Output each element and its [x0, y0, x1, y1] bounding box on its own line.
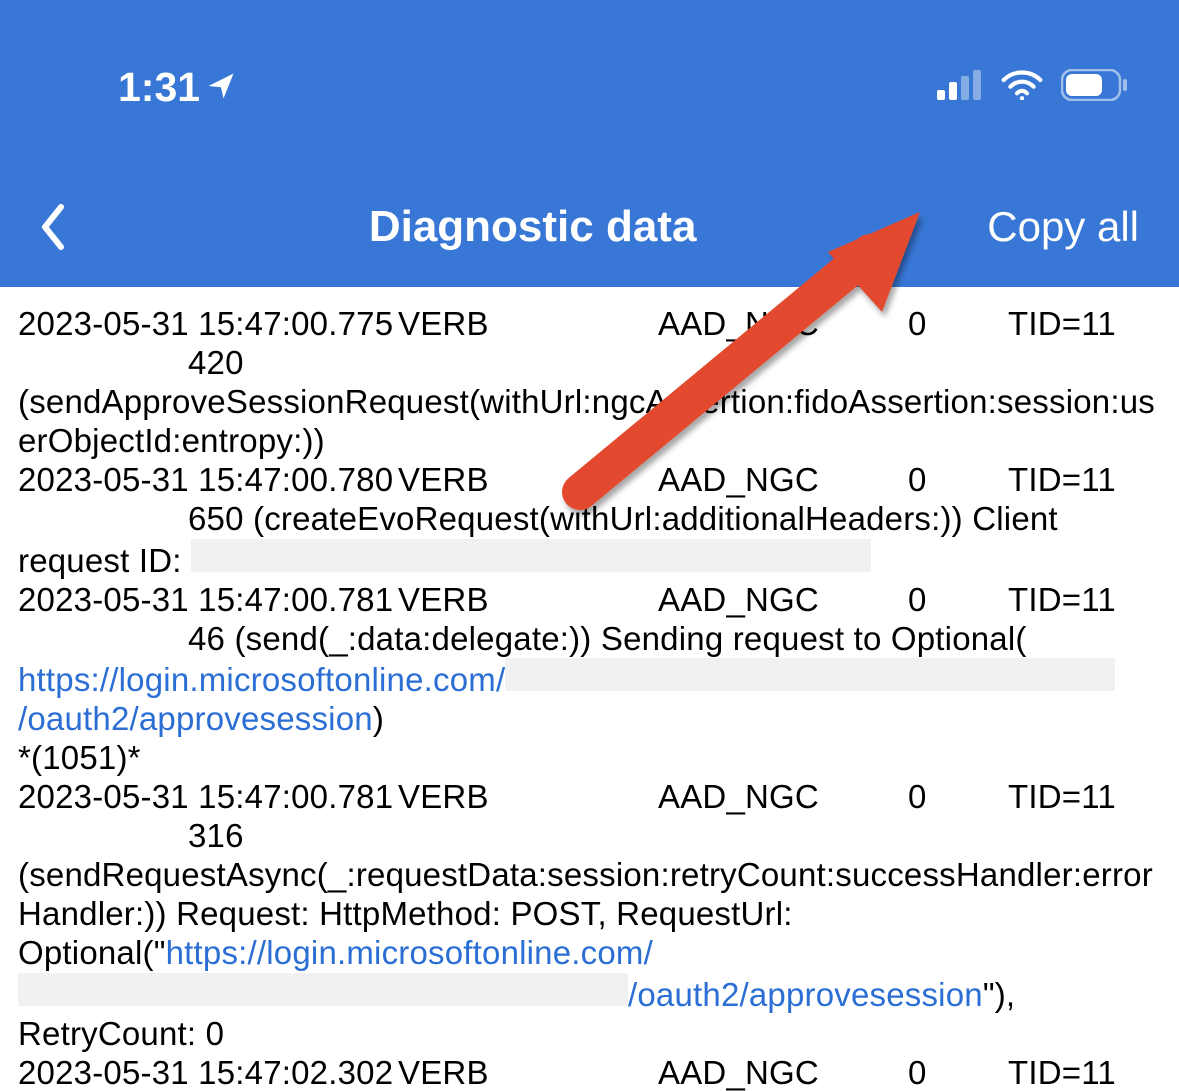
log-body: request ID: — [18, 539, 1161, 581]
log-line2: 420 — [18, 344, 1161, 383]
log-code: 0 — [908, 581, 1008, 620]
log-level: VERB — [398, 778, 658, 817]
log-tid: TID=11 — [1008, 1054, 1161, 1091]
redacted — [18, 973, 628, 1006]
log-code: 0 — [908, 1054, 1008, 1091]
log-entry: 2023-05-31 15:47:00.775 VERB AAD_NGC 0 T… — [18, 305, 1161, 461]
redacted — [191, 539, 871, 572]
copy-all-button[interactable]: Copy all — [987, 203, 1139, 251]
log-line2: 650 (createEvoRequest(withUrl:additional… — [18, 500, 1161, 539]
location-icon — [206, 64, 236, 111]
log-code: 0 — [908, 305, 1008, 344]
log-link[interactable]: /oauth2/approvesession — [628, 976, 983, 1013]
log-entry: 2023-05-31 15:47:00.780 VERB AAD_NGC 0 T… — [18, 461, 1161, 581]
log-level: VERB — [398, 305, 658, 344]
log-ts: 2023-05-31 15:47:00.781 — [18, 581, 398, 620]
log-tag: AAD_NGC — [658, 461, 908, 500]
log-line2: 316 — [18, 817, 1161, 856]
cellular-icon — [937, 70, 983, 105]
log-link[interactable]: https://login.microsoftonline.com/ — [166, 934, 653, 971]
app-header: 1:31 — [0, 0, 1179, 287]
back-button[interactable] — [28, 197, 78, 257]
status-right — [937, 69, 1129, 106]
nav-bar: Diagnostic data Copy all — [0, 197, 1179, 257]
log-entry: 2023-05-31 15:47:02.302 VERB AAD_NGC 0 T… — [18, 1054, 1161, 1091]
log-body: (sendApproveSessionRequest(withUrl:ngcAs… — [18, 383, 1161, 461]
log-ts: 2023-05-31 15:47:00.775 — [18, 305, 398, 344]
log-content[interactable]: 2023-05-31 15:47:00.775 VERB AAD_NGC 0 T… — [0, 287, 1179, 1091]
chevron-left-icon — [39, 203, 67, 251]
log-code: 0 — [908, 461, 1008, 500]
log-tag: AAD_NGC — [658, 1054, 908, 1091]
battery-icon — [1061, 69, 1129, 106]
log-extra: *(1051)* — [18, 739, 1161, 778]
log-ts: 2023-05-31 15:47:00.781 — [18, 778, 398, 817]
page-title: Diagnostic data — [78, 202, 987, 252]
log-ts: 2023-05-31 15:47:00.780 — [18, 461, 398, 500]
status-bar: 1:31 — [0, 62, 1179, 112]
log-body: (sendRequestAsync(_:requestData:session:… — [18, 856, 1161, 1054]
log-tag: AAD_NGC — [658, 305, 908, 344]
log-entry: 2023-05-31 15:47:00.781 VERB AAD_NGC 0 T… — [18, 778, 1161, 1054]
status-time: 1:31 — [118, 64, 236, 111]
log-tid: TID=11 — [1008, 581, 1161, 620]
log-level: VERB — [398, 461, 658, 500]
log-entry: 2023-05-31 15:47:00.781 VERB AAD_NGC 0 T… — [18, 581, 1161, 779]
log-link[interactable]: https://login.microsoftonline.com/ — [18, 661, 505, 698]
log-code: 0 — [908, 778, 1008, 817]
log-link[interactable]: /oauth2/approvesession — [18, 700, 373, 737]
log-tag: AAD_NGC — [658, 581, 908, 620]
redacted — [505, 658, 1115, 691]
log-ts: 2023-05-31 15:47:02.302 — [18, 1054, 398, 1091]
log-tag: AAD_NGC — [658, 778, 908, 817]
log-tid: TID=11 — [1008, 778, 1161, 817]
log-level: VERB — [398, 1054, 658, 1091]
log-tid: TID=11 — [1008, 461, 1161, 500]
wifi-icon — [1001, 70, 1043, 105]
log-tid: TID=11 — [1008, 305, 1161, 344]
log-level: VERB — [398, 581, 658, 620]
status-time-text: 1:31 — [118, 64, 200, 111]
log-body: 46 (send(_:data:delegate:)) Sending requ… — [18, 620, 1161, 740]
